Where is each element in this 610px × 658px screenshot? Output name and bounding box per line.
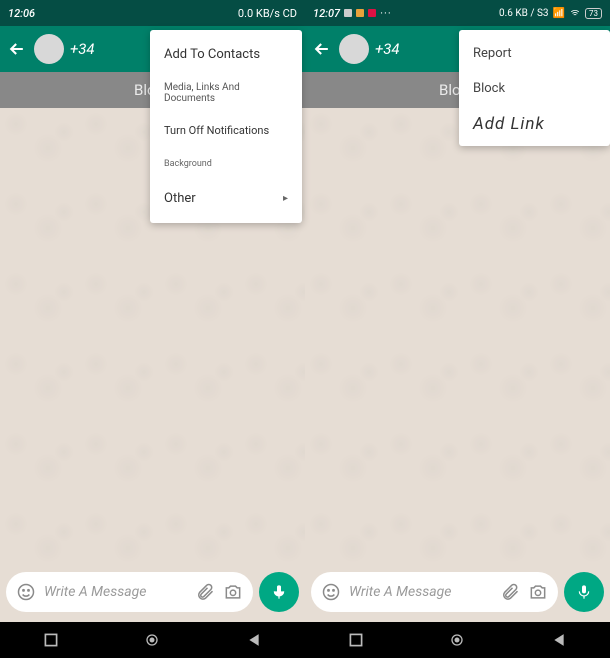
wifi-icon	[569, 8, 581, 18]
overflow-menu-left: Add To Contacts Media, Links And Documen…	[150, 30, 302, 223]
notif-icon	[344, 9, 352, 17]
nav-recents-icon[interactable]	[42, 631, 60, 649]
chevron-right-icon: ▸	[283, 193, 288, 204]
camera-icon[interactable]	[223, 582, 243, 602]
contact-number[interactable]: +34	[70, 40, 95, 58]
status-bar: 12:07 ··· 0.6 KB / S3 📶 73	[305, 0, 610, 26]
status-time: 12:07	[313, 7, 340, 20]
overflow-menu-right: Report Block Add Link	[459, 30, 610, 146]
menu-add-link[interactable]: Add Link	[459, 106, 610, 144]
status-bar: 12:06 0.0 KB/s CD	[0, 0, 305, 26]
mic-button[interactable]	[564, 572, 604, 612]
battery-icon: 73	[585, 8, 602, 19]
notif-icon	[368, 9, 376, 17]
menu-mute[interactable]: Turn Off Notifications	[150, 113, 302, 148]
mic-button[interactable]	[259, 572, 299, 612]
message-input[interactable]: Write A Message	[6, 572, 253, 612]
menu-other[interactable]: Other ▸	[150, 180, 302, 217]
chat-background	[305, 108, 610, 568]
status-time: 12:06	[8, 7, 35, 20]
android-nav-bar	[0, 622, 610, 658]
nav-home-icon[interactable]	[448, 631, 466, 649]
message-placeholder: Write A Message	[44, 584, 187, 600]
menu-media[interactable]: Media, Links And Documents	[150, 73, 302, 113]
back-arrow-icon[interactable]	[6, 38, 28, 60]
attach-icon[interactable]	[195, 582, 215, 602]
more-notif-icon: ···	[380, 7, 392, 20]
menu-block[interactable]: Block	[459, 71, 610, 106]
nav-back-icon[interactable]	[550, 631, 568, 649]
notif-icon	[356, 9, 364, 17]
menu-other-label: Other	[164, 191, 196, 206]
menu-report[interactable]: Report	[459, 36, 610, 71]
message-placeholder: Write A Message	[349, 584, 492, 600]
nav-home-icon[interactable]	[143, 631, 161, 649]
emoji-icon[interactable]	[16, 582, 36, 602]
back-arrow-icon[interactable]	[311, 38, 333, 60]
nav-back-icon[interactable]	[245, 631, 263, 649]
attach-icon[interactable]	[500, 582, 520, 602]
menu-background[interactable]: Background	[150, 148, 302, 180]
status-net: 0.0 KB/s CD	[238, 7, 297, 20]
message-input[interactable]: Write A Message	[311, 572, 558, 612]
avatar[interactable]	[339, 34, 369, 64]
emoji-icon[interactable]	[321, 582, 341, 602]
avatar[interactable]	[34, 34, 64, 64]
camera-icon[interactable]	[528, 582, 548, 602]
nav-recents-icon[interactable]	[347, 631, 365, 649]
menu-add-contacts[interactable]: Add To Contacts	[150, 36, 302, 73]
message-input-row: Write A Message	[6, 572, 299, 612]
message-input-row: Write A Message	[311, 572, 604, 612]
signal-icon: 📶	[553, 8, 565, 19]
status-net: 0.6 KB / S3	[499, 8, 549, 19]
contact-number[interactable]: +34	[375, 40, 400, 58]
